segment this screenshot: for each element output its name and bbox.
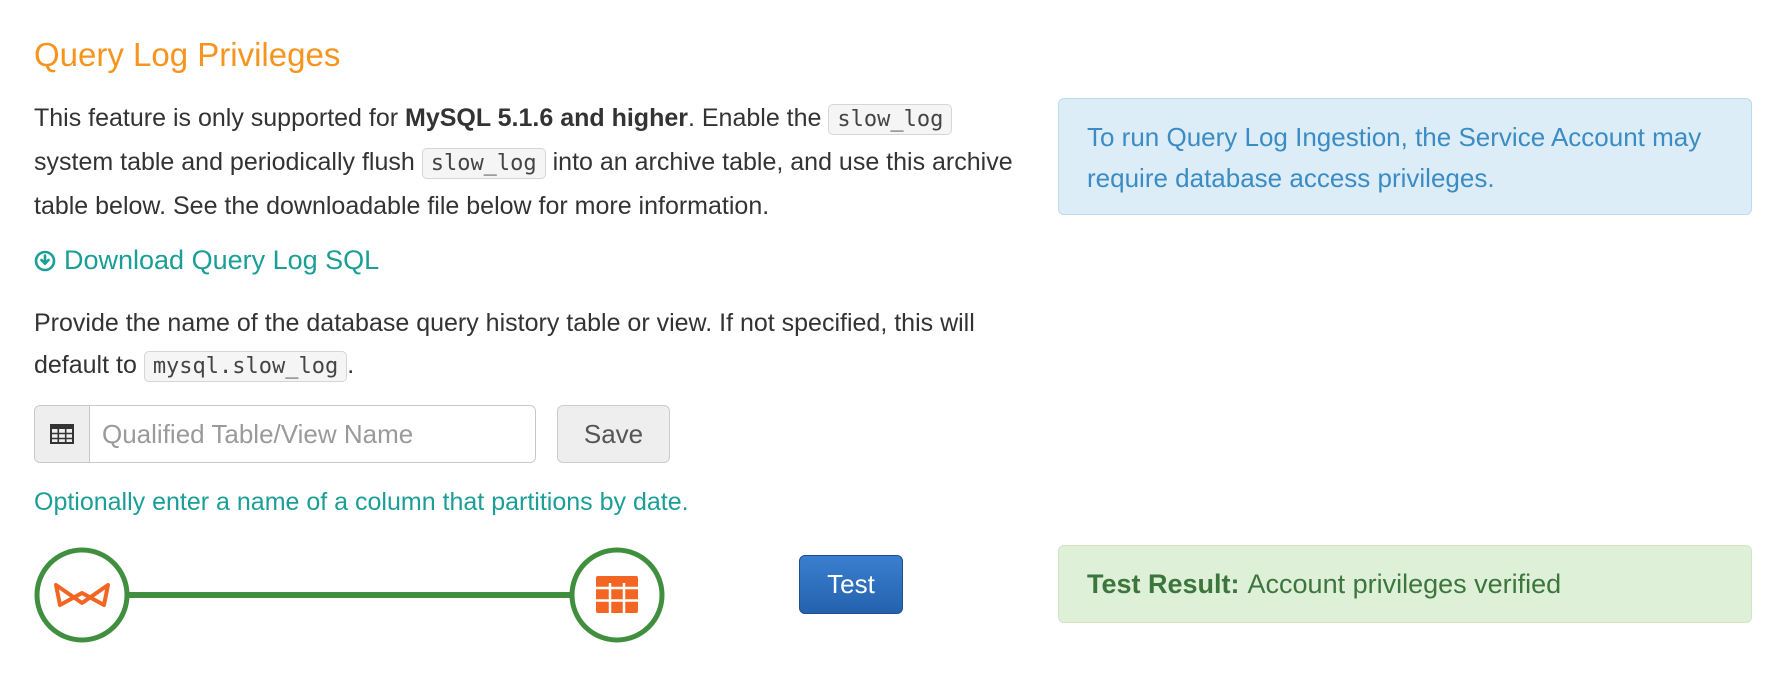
qualified-table-view-name-input[interactable] (90, 406, 535, 462)
slow-log-code-2: slow_log (421, 148, 546, 179)
table-name-input-group (34, 405, 536, 463)
test-result-alert: Test Result: Account privileges verified (1058, 545, 1752, 623)
table-icon (35, 406, 90, 462)
intro-text-1: This feature is only supported for (34, 104, 406, 132)
download-circle-icon (34, 250, 56, 271)
download-query-log-sql-link[interactable]: Download Query Log SQL (34, 245, 379, 276)
default-table-code: mysql.slow_log (143, 351, 348, 382)
history-suffix: . (347, 351, 355, 379)
test-button[interactable]: Test (799, 555, 903, 614)
query-log-privileges-page: Query Log Privileges This feature is onl… (0, 0, 1788, 692)
section-title: Query Log Privileges (34, 36, 341, 73)
test-result-text: Account privileges verified (1247, 568, 1562, 599)
connection-diagram (34, 547, 665, 643)
intro-text-3: system table and periodically flush (34, 148, 422, 176)
history-table-paragraph: Provide the name of the database query h… (34, 302, 1044, 388)
intro-text-2: . Enable the (687, 104, 829, 132)
slow-log-code-1: slow_log (828, 104, 953, 135)
save-button[interactable]: Save (557, 405, 670, 463)
partition-column-hint-link[interactable]: Optionally enter a name of a column that… (34, 488, 689, 517)
bowtie-icon (34, 547, 130, 643)
test-result-label: Test Result: (1087, 568, 1240, 599)
intro-bold-version: MySQL 5.1.6 and higher (405, 104, 688, 132)
destination-table-icon (569, 547, 665, 643)
intro-paragraph: This feature is only supported for MySQL… (34, 97, 1044, 227)
service-account-info-alert: To run Query Log Ingestion, the Service … (1058, 98, 1752, 215)
download-link-label: Download Query Log SQL (64, 245, 380, 275)
